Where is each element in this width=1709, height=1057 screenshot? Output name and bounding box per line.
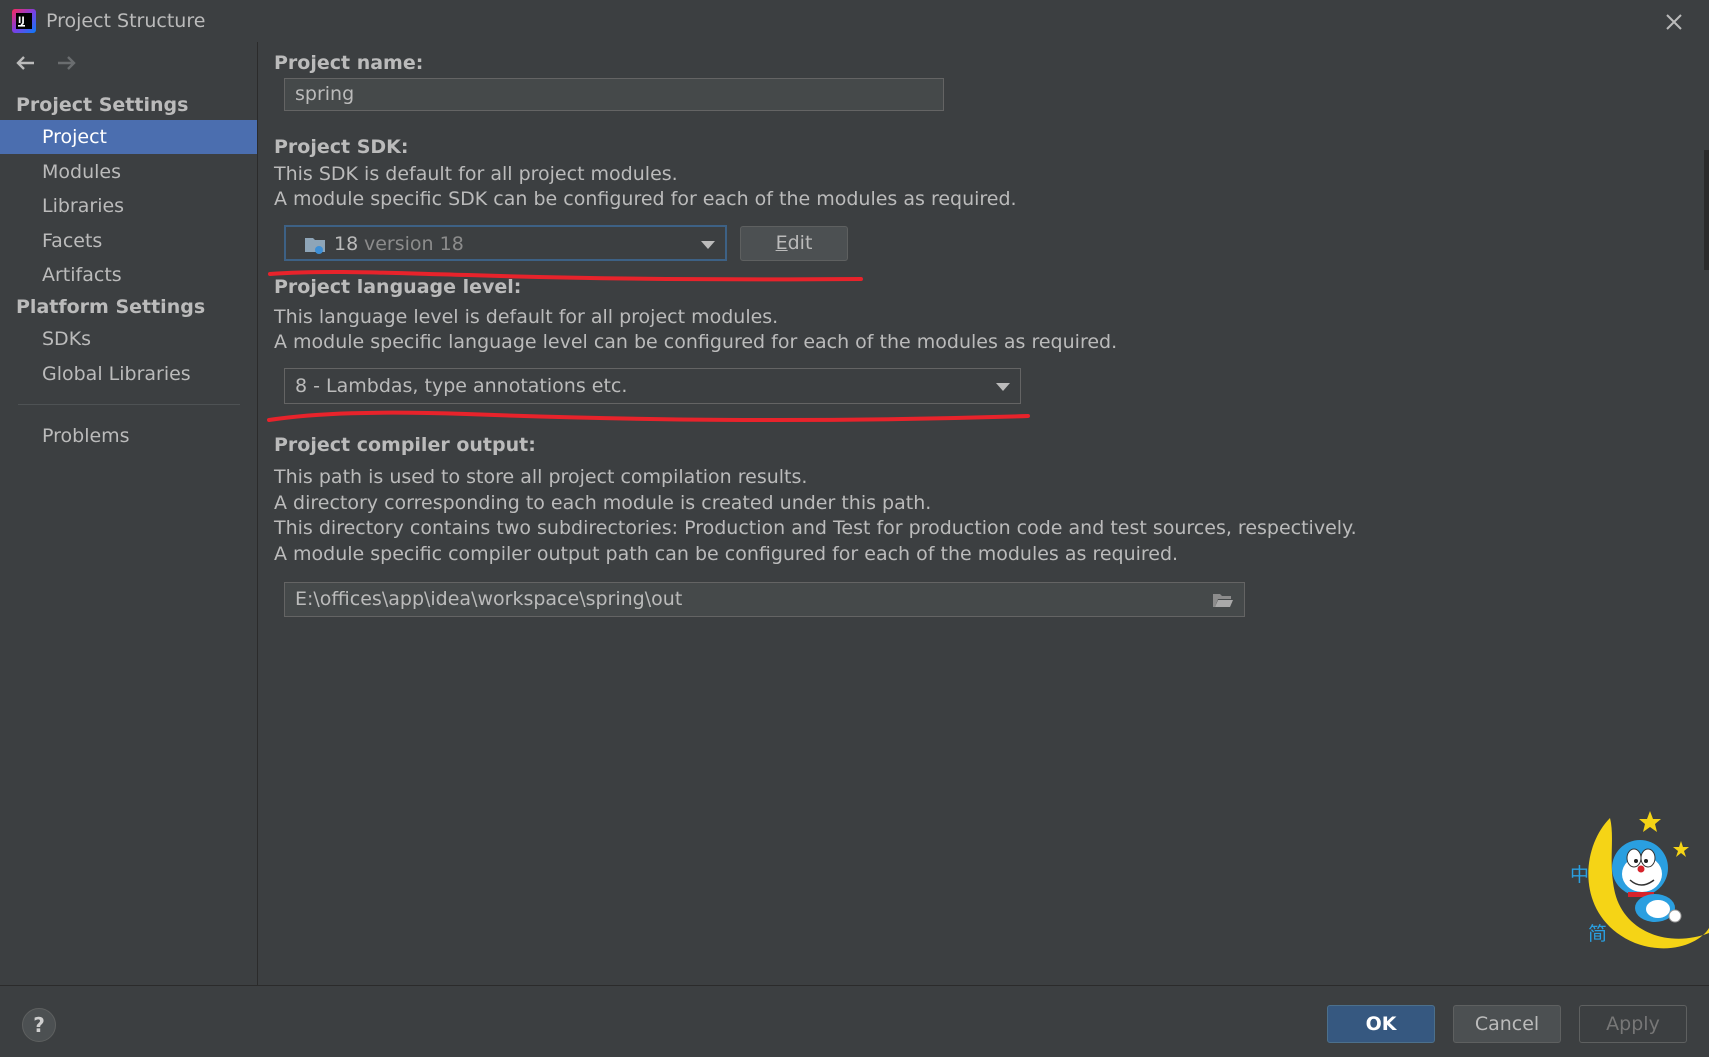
right-edge-scrollbar[interactable] bbox=[1704, 150, 1709, 270]
edit-sdk-button[interactable]: Edit bbox=[740, 226, 848, 261]
mascot-text-1: 中 bbox=[1570, 864, 1589, 886]
language-level-dropdown[interactable]: 8 - Lambdas, type annotations etc. bbox=[284, 368, 1021, 404]
project-settings-header: Project Settings bbox=[16, 94, 189, 116]
language-level-label: Project language level: bbox=[274, 276, 522, 298]
cancel-button[interactable]: Cancel bbox=[1453, 1005, 1561, 1043]
sidebar-item-facets[interactable]: Facets bbox=[0, 224, 257, 258]
sidebar-item-artifacts[interactable]: Artifacts bbox=[0, 258, 257, 292]
compiler-output-input[interactable]: E:\offices\app\idea\workspace\spring\out bbox=[284, 582, 1245, 617]
sdk-name: 18 bbox=[334, 233, 359, 255]
project-name-input[interactable]: spring bbox=[284, 78, 944, 111]
sidebar-item-problems[interactable]: Problems bbox=[0, 419, 257, 453]
intellij-app-icon: IJ bbox=[12, 9, 36, 33]
dialog-footer: ? OK Cancel Apply bbox=[0, 985, 1709, 1057]
output-description-4: A module specific compiler output path c… bbox=[274, 543, 1179, 565]
chevron-down-icon bbox=[996, 383, 1010, 391]
sidebar-item-modules[interactable]: Modules bbox=[0, 155, 257, 189]
close-icon[interactable] bbox=[1660, 8, 1688, 36]
language-description-2: A module specific language level can be … bbox=[274, 331, 1118, 353]
project-sdk-dropdown[interactable]: 18 version 18 bbox=[284, 225, 727, 261]
jdk-folder-icon bbox=[305, 238, 325, 254]
sidebar: Project Settings Project Modules Librari… bbox=[0, 42, 258, 985]
title-bar: IJ Project Structure bbox=[0, 0, 1709, 42]
chevron-down-icon bbox=[701, 241, 715, 249]
platform-settings-header: Platform Settings bbox=[16, 296, 206, 318]
sdk-version: version 18 bbox=[364, 233, 464, 255]
window-title: Project Structure bbox=[46, 10, 206, 32]
sdk-description-1: This SDK is default for all project modu… bbox=[274, 163, 678, 185]
sidebar-item-libraries[interactable]: Libraries bbox=[0, 189, 257, 223]
sidebar-divider bbox=[18, 404, 240, 405]
apply-button[interactable]: Apply bbox=[1579, 1005, 1687, 1043]
forward-arrow-icon[interactable] bbox=[52, 50, 80, 76]
project-sdk-label: Project SDK: bbox=[274, 136, 409, 158]
edit-mnemonic: E bbox=[775, 232, 788, 254]
output-description-3: This directory contains two subdirectori… bbox=[274, 517, 1357, 539]
help-button[interactable]: ? bbox=[22, 1008, 56, 1042]
sidebar-item-sdks[interactable]: SDKs bbox=[0, 322, 257, 356]
compiler-output-path: E:\offices\app\idea\workspace\spring\out bbox=[295, 588, 683, 610]
edit-label-rest: dit bbox=[787, 232, 813, 254]
sidebar-item-project[interactable]: Project bbox=[0, 120, 257, 154]
sdk-description-2: A module specific SDK can be configured … bbox=[274, 188, 1017, 210]
project-settings-panel: Project name: spring Project SDK: This S… bbox=[258, 42, 1709, 985]
browse-folder-icon[interactable] bbox=[1212, 591, 1234, 609]
back-arrow-icon[interactable] bbox=[12, 50, 40, 76]
compiler-output-label: Project compiler output: bbox=[274, 434, 536, 456]
language-description-1: This language level is default for all p… bbox=[274, 306, 779, 328]
svg-text:IJ: IJ bbox=[18, 16, 25, 26]
ok-button[interactable]: OK bbox=[1327, 1005, 1435, 1043]
output-description-1: This path is used to store all project c… bbox=[274, 466, 808, 488]
mascot-text-2: 简 bbox=[1588, 923, 1607, 945]
doraemon-moon-sticker: 中 简 bbox=[1570, 811, 1709, 949]
output-description-2: A directory corresponding to each module… bbox=[274, 492, 932, 514]
language-level-value: 8 - Lambdas, type annotations etc. bbox=[295, 375, 628, 397]
sidebar-item-global-libraries[interactable]: Global Libraries bbox=[0, 357, 257, 391]
project-name-label: Project name: bbox=[274, 52, 424, 74]
